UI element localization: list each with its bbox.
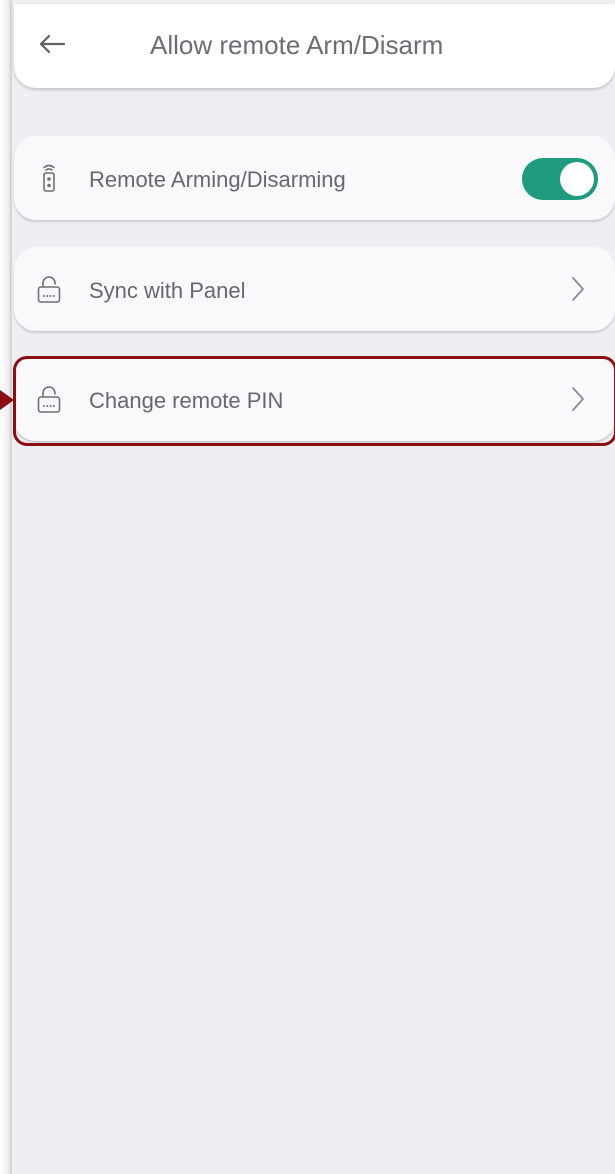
remote-control-icon (43, 164, 55, 192)
change-remote-pin-row[interactable]: Change remote PIN (14, 357, 615, 441)
header-bar: Allow remote Arm/Disarm (14, 4, 615, 88)
left-edge-strip (0, 0, 12, 1174)
sync-with-panel-row[interactable]: Sync with Panel (14, 247, 615, 331)
chevron-right-icon (572, 387, 584, 411)
annotation-arrow-icon (0, 390, 14, 410)
change-remote-pin-label: Change remote PIN (89, 388, 284, 413)
sync-with-panel-label: Sync with Panel (89, 278, 246, 303)
arrow-left-icon (39, 34, 66, 54)
remote-arming-row[interactable]: Remote Arming/Disarming (14, 136, 615, 220)
remote-arming-label: Remote Arming/Disarming (89, 167, 346, 192)
toggle-knob (560, 162, 594, 196)
chevron-right-icon (572, 277, 584, 301)
lock-icon (37, 276, 61, 303)
remote-arming-toggle[interactable] (522, 158, 598, 200)
back-button[interactable] (36, 28, 68, 60)
lock-icon (37, 386, 61, 413)
page-title: Allow remote Arm/Disarm (150, 30, 444, 60)
